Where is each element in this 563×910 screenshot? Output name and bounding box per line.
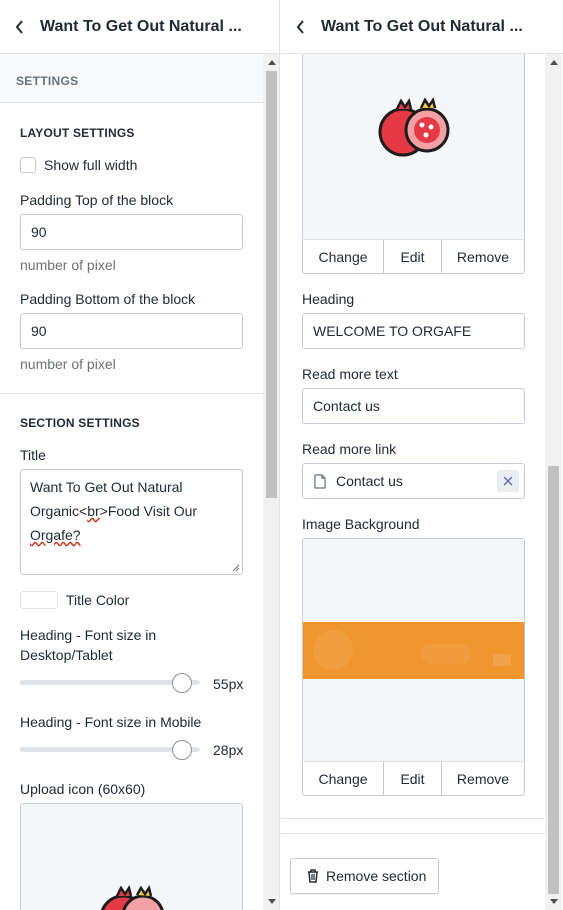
back-button[interactable] (0, 0, 40, 54)
settings-heading-bar: SETTINGS (0, 55, 263, 103)
font-mobile-slider-thumb[interactable] (172, 740, 192, 760)
show-full-width-label: Show full width (44, 157, 138, 173)
background-actions: Change Edit Remove (302, 761, 525, 796)
title-label: Title (20, 447, 46, 463)
read-more-link-label: Read more link (302, 441, 397, 457)
title-color-label: Title Color (66, 592, 130, 608)
read-more-link-field[interactable]: Contact us (302, 463, 525, 499)
scroll-down-arrow-icon[interactable] (263, 893, 279, 910)
font-desktop-label-1: Heading - Font size in (20, 627, 157, 643)
page-title-right: Want To Get Out Natural ... (321, 17, 523, 35)
remove-section-button[interactable]: Remove section (290, 858, 439, 894)
section-divider (0, 393, 263, 394)
scroll-up-arrow-icon[interactable] (545, 54, 562, 71)
right-panel: Want To Get Out Natural ... Change Edit … (281, 0, 563, 910)
change-button[interactable]: Change (303, 240, 384, 273)
read-more-label: Read more text (302, 366, 398, 382)
change-background-button[interactable]: Change (303, 762, 384, 795)
banner-decoration (493, 654, 511, 666)
read-more-input[interactable]: Contact us (302, 388, 525, 424)
scroll-down-arrow-icon[interactable] (545, 893, 562, 910)
banner-image (303, 622, 524, 679)
left-header: Want To Get Out Natural ... (0, 0, 279, 54)
page-icon (314, 473, 326, 489)
chevron-left-icon (296, 19, 304, 34)
remove-section-label: Remove section (326, 868, 427, 884)
edit-background-button[interactable]: Edit (384, 762, 442, 795)
layout-settings-heading: LAYOUT SETTINGS (20, 126, 135, 140)
title-textarea[interactable]: Want To Get Out Natural Organic<br>Food … (20, 469, 243, 575)
settings-heading: SETTINGS (16, 74, 79, 88)
read-more-link-value: Contact us (336, 473, 403, 489)
left-scrollbar-thumb[interactable] (266, 71, 277, 498)
chevron-left-icon (15, 19, 23, 34)
title-line-1: Want To Get Out Natural (30, 479, 183, 495)
padding-top-help: number of pixel (20, 257, 116, 273)
back-button-right[interactable] (281, 0, 321, 54)
page-title: Want To Get Out Natural ... (40, 17, 242, 35)
pomegranate-icon (100, 884, 164, 910)
upload-icon-preview[interactable] (20, 803, 243, 910)
trash-icon (308, 869, 318, 883)
title-color-swatch[interactable] (20, 591, 58, 609)
title-line-2: Organic<br>Food Visit Our (30, 499, 233, 523)
padding-bottom-input[interactable]: 90 (20, 313, 243, 349)
banner-decoration (421, 644, 471, 664)
padding-bottom-help: number of pixel (20, 356, 116, 372)
right-header: Want To Get Out Natural ... (281, 0, 563, 54)
font-desktop-value: 55px (213, 676, 244, 692)
clear-link-button[interactable] (497, 470, 519, 492)
resize-handle-icon[interactable] (232, 564, 240, 572)
font-mobile-value: 28px (213, 742, 244, 758)
pomegranate-icon (378, 96, 450, 157)
icon-preview[interactable] (302, 54, 525, 240)
title-line-2b: >Food Visit Our (99, 503, 198, 519)
background-image-preview[interactable] (302, 538, 525, 762)
section-settings-heading: SECTION SETTINGS (20, 416, 140, 430)
right-scrollbar[interactable] (545, 54, 562, 910)
remove-button[interactable]: Remove (442, 240, 524, 273)
footer-divider-2 (281, 833, 545, 834)
image-background-label: Image Background (302, 516, 420, 532)
title-line-3: Orgafe? (30, 527, 81, 543)
right-scrollbar-thumb[interactable] (548, 466, 559, 894)
icon-actions: Change Edit Remove (302, 239, 525, 274)
font-mobile-label: Heading - Font size in Mobile (20, 714, 202, 730)
remove-background-button[interactable]: Remove (442, 762, 524, 795)
footer-divider-1 (281, 818, 545, 819)
upload-icon-label: Upload icon (60x60) (20, 781, 146, 797)
heading-label: Heading (302, 291, 355, 307)
scroll-up-arrow-icon[interactable] (263, 54, 279, 71)
close-icon (503, 476, 513, 486)
left-scrollbar[interactable] (263, 54, 279, 910)
left-panel: Want To Get Out Natural ... SETTINGS LAY… (0, 0, 280, 910)
padding-top-input[interactable]: 90 (20, 214, 243, 250)
edit-button[interactable]: Edit (384, 240, 442, 273)
heading-input[interactable]: WELCOME TO ORGAFE (302, 313, 525, 349)
font-desktop-slider-thumb[interactable] (172, 673, 192, 693)
show-full-width-checkbox[interactable] (20, 157, 36, 173)
padding-bottom-label: Padding Bottom of the block (20, 291, 196, 307)
title-line-2a: Organic< (30, 503, 88, 519)
font-desktop-label-2: Desktop/Tablet (20, 647, 113, 663)
title-line-2-br: br (87, 503, 100, 519)
banner-decoration (313, 630, 353, 670)
padding-top-label: Padding Top of the block (20, 192, 174, 208)
